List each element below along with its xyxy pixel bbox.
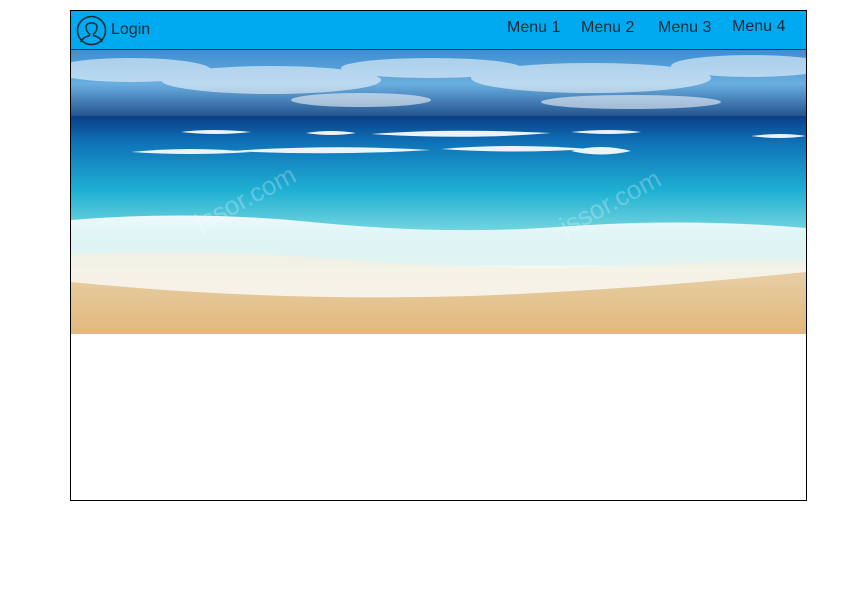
menu-item-2[interactable]: Menu 2 [581, 19, 634, 37]
menu-item-1[interactable]: Menu 1 [507, 19, 560, 37]
menu-item-4[interactable]: Menu 4 [732, 18, 785, 36]
login-link[interactable]: Login [76, 14, 150, 46]
login-label: Login [111, 21, 151, 38]
top-navbar: Login Menu 1 Menu 2 Menu 3 Menu 4 [71, 11, 806, 50]
page-frame: Login Menu 1 Menu 2 Menu 3 Menu 4 jssor.… [70, 10, 807, 501]
menu-item-3[interactable]: Menu 3 [658, 19, 711, 37]
image-slider[interactable]: jssor.com jssor.com [71, 50, 806, 334]
beach-image: jssor.com jssor.com [71, 50, 806, 334]
user-icon [76, 15, 107, 45]
